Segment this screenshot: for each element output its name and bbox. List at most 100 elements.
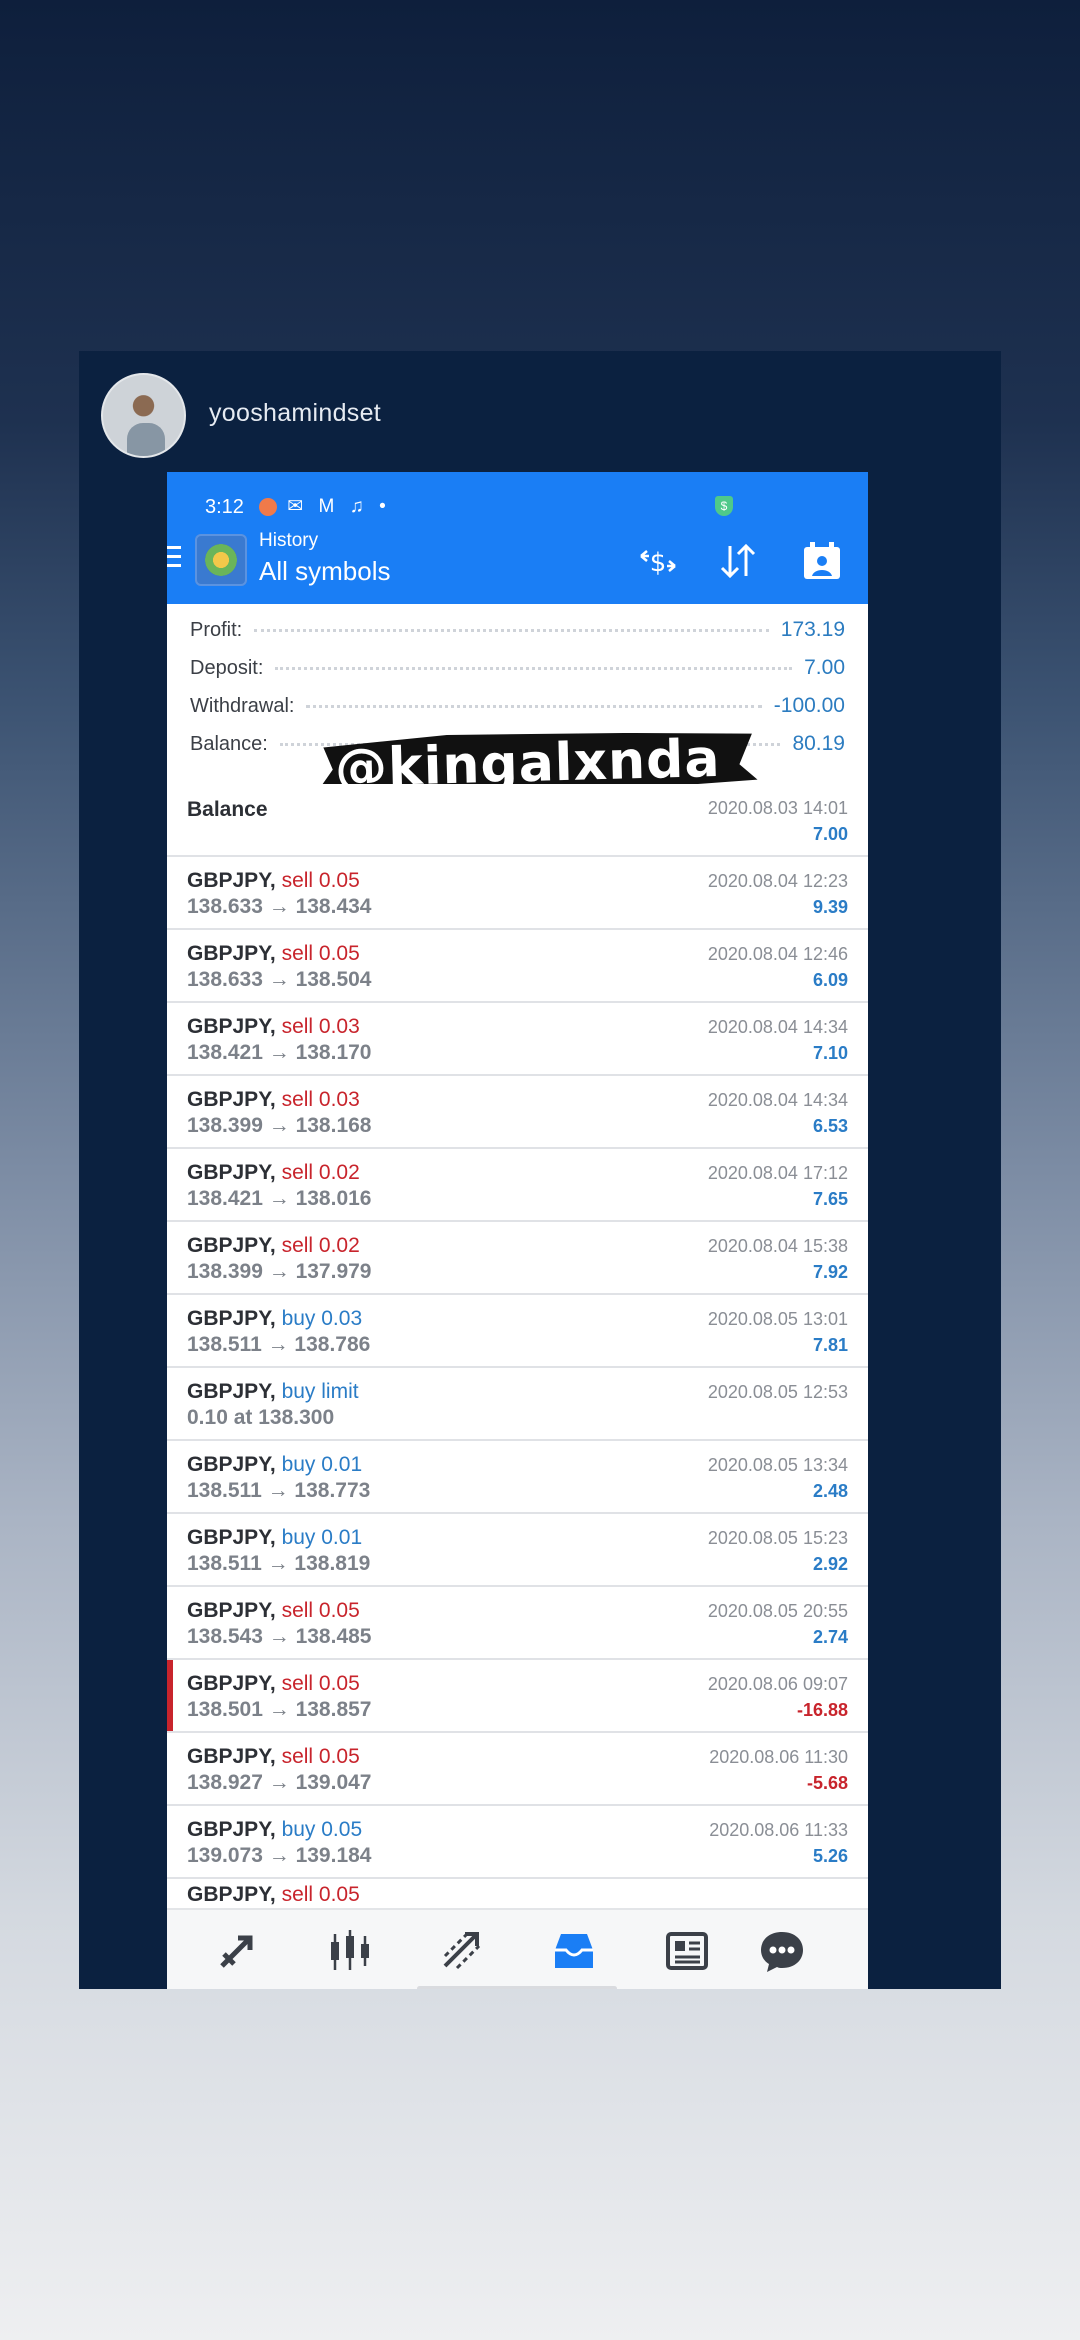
deal-prices: 139.073 → 139.184	[187, 1844, 372, 1867]
deal-side: buy 0.03	[281, 1307, 363, 1330]
table-row[interactable]: GBPJPY, sell 0.05 138.501 → 138.857 2020.0…	[167, 1660, 868, 1733]
dotted-leader	[254, 628, 769, 632]
table-row[interactable]: GBPJPY, sell 0.05 138.633 → 138.504 2020.0…	[167, 930, 868, 1003]
withdrawal-value: -100.00	[773, 694, 845, 717]
deal-time: 2020.08.05 13:01	[707, 1309, 848, 1329]
table-row[interactable]: GBPJPY, buy 0.01 138.511 → 138.773 2020.08…	[167, 1441, 868, 1514]
deal-side: sell 0.02	[281, 1234, 360, 1257]
nav-gesture-bar	[417, 1986, 617, 1989]
balance-row[interactable]: Balance 2020.08.03 14:01 7.00	[167, 784, 868, 857]
deal-time: 2020.08.06 11:30	[709, 1747, 848, 1767]
table-row[interactable]: GBPJPY, buy 0.03 138.511 → 138.786 2020.08…	[167, 1295, 868, 1368]
phone-screenshot: 3:12 ✉ M ♫ • $ History All symbols $ Pro…	[167, 472, 868, 1989]
deal-profit: -5.68	[806, 1773, 848, 1793]
balance-row-time: 2020.08.03 14:01	[707, 798, 848, 818]
deal-symbol: GBPJPY, buy limit	[187, 1380, 359, 1403]
deposit-value: 7.00	[804, 656, 845, 679]
deal-symbol: GBPJPY, sell 0.05	[187, 942, 360, 965]
story-card: yooshamindset 3:12 ✉ M ♫ • $ History All…	[79, 351, 1001, 1989]
profit-value: 173.19	[780, 618, 845, 641]
deal-time: 2020.08.05 15:23	[707, 1528, 848, 1548]
quotes-icon[interactable]	[212, 1926, 262, 1976]
trade-icon[interactable]	[437, 1926, 487, 1976]
deposit-icon[interactable]: $	[635, 538, 681, 593]
deal-symbol: GBPJPY, sell 0.02	[187, 1161, 360, 1184]
deal-time: 2020.08.04 12:23	[707, 871, 848, 891]
menu-icon[interactable]	[167, 546, 181, 570]
deal-symbol: GBPJPY, sell 0.05	[187, 1599, 360, 1622]
deal-time: 2020.08.04 12:46	[707, 944, 848, 964]
shield-icon: $	[715, 496, 733, 516]
summary-deposit-row: Deposit: 7.00	[190, 650, 845, 686]
table-row[interactable]: GBPJPY, sell 0.05 138.543 → 138.485 2020.0…	[167, 1587, 868, 1660]
chart-icon[interactable]	[325, 1926, 375, 1976]
deal-prices: 138.511 → 138.786	[187, 1333, 371, 1356]
calendar-period-icon[interactable]	[799, 538, 845, 593]
deal-prices: 138.543 → 138.485	[187, 1625, 372, 1648]
deal-side: buy limit	[281, 1380, 359, 1403]
toolbar-subtitle: History	[259, 530, 319, 551]
deal-side: sell 0.05	[281, 1672, 360, 1695]
news-icon[interactable]	[662, 1926, 712, 1976]
deal-prices: 0.10 at 138.300	[187, 1406, 335, 1429]
symbol-filter[interactable]: All symbols	[259, 556, 390, 587]
summary-withdrawal-row: Withdrawal: -100.00	[190, 688, 845, 724]
deal-profit: -16.88	[796, 1700, 848, 1720]
chat-icon[interactable]	[757, 1926, 807, 1976]
table-row[interactable]: GBPJPY, buy 0.05 139.073 → 139.184 2020.08…	[167, 1806, 868, 1879]
deal-time: 2020.08.05 20:55	[707, 1601, 848, 1621]
deal-profit: 5.26	[812, 1846, 848, 1866]
deal-profit: 2.74	[812, 1627, 848, 1647]
notification-dot-icon	[259, 497, 277, 516]
deal-symbol: GBPJPY, sell 0.03	[187, 1015, 360, 1038]
sort-icon[interactable]	[715, 538, 761, 593]
summary-profit-row: Profit: 173.19	[190, 612, 845, 648]
deal-time: 2020.08.06 09:07	[707, 1674, 848, 1694]
deal-time: 2020.08.04 17:12	[707, 1163, 848, 1183]
table-row[interactable]: GBPJPY, sell 0.02 138.399 → 137.979 2020.0…	[167, 1222, 868, 1295]
table-row[interactable]: GBPJPY, sell 0.05 138.633 → 138.434 2020.0…	[167, 857, 868, 930]
avatar[interactable]	[101, 373, 186, 458]
deal-profit: 2.48	[812, 1481, 848, 1501]
deal-prices: 138.421 → 138.016	[187, 1187, 372, 1210]
deal-time: 2020.08.06 11:33	[709, 1820, 848, 1840]
deal-symbol: GBPJPY, sell 0.05	[187, 869, 360, 892]
deal-prices: 138.399 → 138.168	[187, 1114, 372, 1137]
status-icons: ✉ M ♫ •	[259, 495, 391, 518]
deal-prices: 138.399 → 137.979	[187, 1260, 372, 1283]
deal-prices: 138.927 → 139.047	[187, 1771, 372, 1794]
table-row[interactable]: GBPJPY, sell 0.05 138.927 → 139.047 2020.0…	[167, 1733, 868, 1806]
deal-symbol: GBPJPY, buy 0.01	[187, 1526, 363, 1549]
deal-symbol: GBPJPY, sell 0.02	[187, 1234, 360, 1257]
deal-side: sell 0.05	[281, 1883, 360, 1906]
table-row[interactable]: GBPJPY, sell 0.03 138.399 → 138.168 2020.0…	[167, 1076, 868, 1149]
story-username[interactable]: yooshamindset	[209, 399, 381, 428]
dotted-leader	[306, 704, 762, 708]
deal-prices: 138.501 → 138.857	[187, 1698, 372, 1721]
bottom-navigation	[167, 1908, 868, 1989]
balance-row-label: Balance	[187, 798, 268, 821]
app-logo	[195, 534, 247, 586]
history-icon[interactable]	[549, 1926, 599, 1976]
dotted-leader	[275, 666, 793, 670]
deal-profit: 7.10	[812, 1043, 848, 1063]
table-row[interactable]: GBPJPY, buy 0.01 138.511 → 138.819 2020.08…	[167, 1514, 868, 1587]
deal-profit: 6.09	[812, 970, 848, 990]
deal-prices: 138.421 → 138.170	[187, 1041, 372, 1064]
deal-time: 2020.08.04 14:34	[707, 1017, 848, 1037]
deal-side: sell 0.03	[281, 1088, 360, 1111]
deal-symbol: GBPJPY, buy 0.05	[187, 1818, 363, 1841]
table-row[interactable]: GBPJPY, buy limit 0.10 at 138.300 2020.08.…	[167, 1368, 868, 1441]
balance-value: 80.19	[792, 732, 845, 755]
deal-time: 2020.08.05 13:34	[707, 1455, 848, 1475]
deal-side: sell 0.03	[281, 1015, 360, 1038]
table-row-partial[interactable]: GBPJPY, sell 0.05	[167, 1879, 868, 1909]
deal-time: 2020.08.05 12:53	[707, 1382, 848, 1402]
deal-symbol: GBPJPY, sell 0.05	[187, 1883, 360, 1906]
deal-side: buy 0.05	[281, 1818, 363, 1841]
table-row[interactable]: GBPJPY, sell 0.03 138.421 → 138.170 2020.0…	[167, 1003, 868, 1076]
balance-label: Balance:	[190, 732, 268, 755]
table-row[interactable]: GBPJPY, sell 0.02 138.421 → 138.016 2020.0…	[167, 1149, 868, 1222]
deal-side: buy 0.01	[281, 1453, 363, 1476]
profit-label: Profit:	[190, 618, 243, 641]
